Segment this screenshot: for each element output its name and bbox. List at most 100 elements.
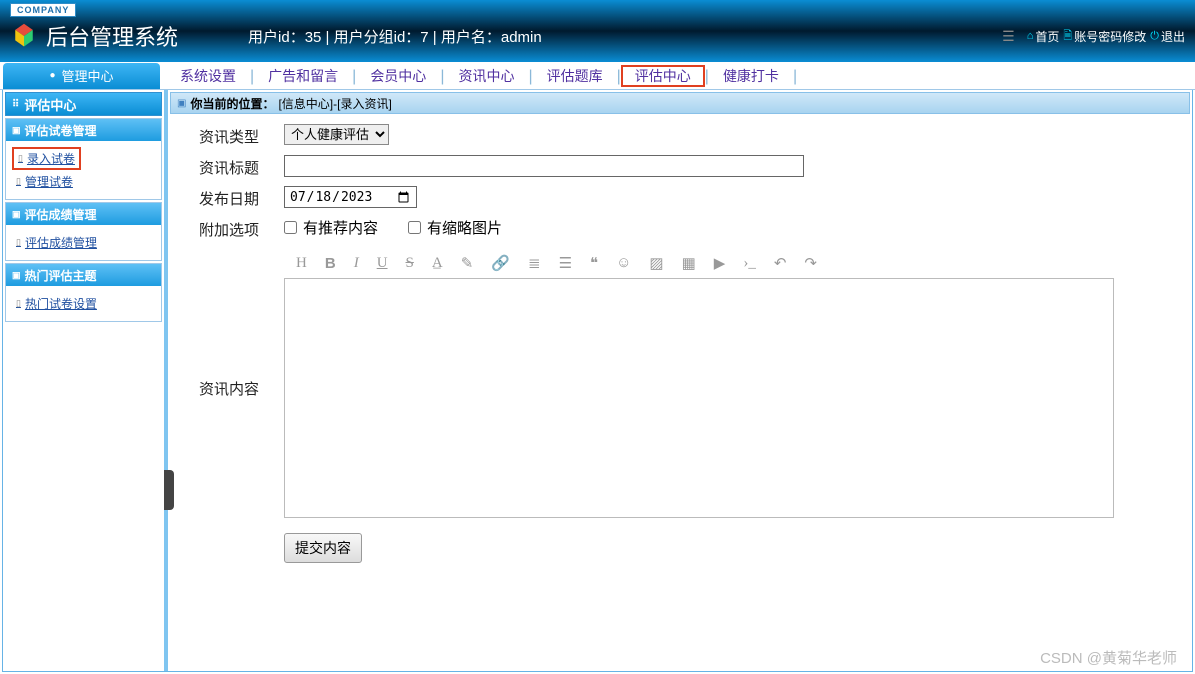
nav-item-3[interactable]: 资讯中心 xyxy=(444,68,528,84)
table-icon[interactable]: ▦ xyxy=(682,254,696,273)
doc-icon: ▯ xyxy=(16,237,21,248)
main-wrap: ⠿评估中心 ▣评估试卷管理▯录入试卷▯管理试卷▣评估成绩管理▯评估成绩管理▣热门… xyxy=(2,90,1193,672)
box-body: ▯评估成绩管理 xyxy=(6,225,161,260)
heading-icon[interactable]: H xyxy=(296,255,307,272)
video-icon[interactable]: ▶ xyxy=(714,254,726,273)
box-title: 评估试卷管理 xyxy=(25,122,97,139)
box-icon: ▣ xyxy=(12,209,21,220)
content-area: ▣ 你当前的位置： [信息中心]-[录入资讯] 资讯类型 个人健康评估 资讯标题… xyxy=(168,90,1192,671)
box-icon: ▣ xyxy=(12,125,21,136)
sidebar-head: ⠿评估中心 xyxy=(5,92,162,116)
content-label: 资讯内容 xyxy=(174,248,284,399)
editor-textarea[interactable] xyxy=(284,278,1114,518)
company-badge: COMPANY xyxy=(10,3,76,17)
submit-button[interactable]: 提交内容 xyxy=(284,533,362,563)
home-label: 首页 xyxy=(1035,28,1059,45)
row-title: 资讯标题 xyxy=(174,155,1186,178)
row-content: 资讯内容 H B I U S A̲ ✎ 🔗 ≣ ☰ xyxy=(174,248,1186,563)
box-head-1: ▣ 评估成绩管理 xyxy=(6,203,161,225)
top-nav: ●管理中心 系统设置|广告和留言|会员中心|资讯中心|评估题库|评估中心|健康打… xyxy=(0,62,1195,90)
box-title: 评估成绩管理 xyxy=(25,206,97,223)
nav-item-5[interactable]: 评估中心 xyxy=(621,65,705,87)
link-icon[interactable]: 🔗 xyxy=(491,254,510,273)
quote-icon[interactable]: ❝ xyxy=(590,254,598,273)
opt-thumb[interactable]: 有缩略图片 xyxy=(408,217,502,238)
mgmt-center-tab[interactable]: ● 管理中心 xyxy=(3,63,160,89)
underline-icon[interactable]: U xyxy=(377,255,388,272)
box-head-0: ▣ 评估试卷管理 xyxy=(6,119,161,141)
nav-item-4[interactable]: 评估题库 xyxy=(533,68,617,84)
type-label: 资讯类型 xyxy=(174,124,284,147)
side-box-1: ▣ 评估成绩管理 ▯评估成绩管理 xyxy=(5,202,162,261)
collapse-handle[interactable] xyxy=(164,470,174,510)
page-icon: ▣ xyxy=(177,98,186,109)
logout-label: 退出 xyxy=(1161,28,1185,45)
box-icon: ▣ xyxy=(12,270,21,281)
password-button[interactable]: 🗎账号密码修改 xyxy=(1063,27,1146,46)
strike-icon[interactable]: S xyxy=(406,255,414,272)
side-box-0: ▣ 评估试卷管理 ▯ 录入试卷 ▯管理试卷 xyxy=(5,118,162,200)
link-label: 管理试卷 xyxy=(25,173,73,190)
user-info: 用户id：35 | 用户分组id：7 | 用户名：admin xyxy=(248,26,542,47)
side-link-1-0[interactable]: ▯评估成绩管理 xyxy=(16,231,151,254)
power-icon: ⏻ xyxy=(1150,30,1159,43)
side-link-2-0[interactable]: ▯热门试卷设置 xyxy=(16,292,151,315)
breadcrumb: ▣ 你当前的位置： [信息中心]-[录入资讯] xyxy=(170,92,1190,114)
side-link-0-1[interactable]: ▯管理试卷 xyxy=(16,170,151,193)
date-input[interactable] xyxy=(284,186,417,208)
form-area: 资讯类型 个人健康评估 资讯标题 发布日期 附加选项 有推荐内容 有缩略图片 xyxy=(170,114,1190,581)
logo-icon xyxy=(10,22,38,50)
recommend-label: 有推荐内容 xyxy=(303,217,378,238)
thumb-checkbox[interactable] xyxy=(408,221,421,234)
format-icon[interactable]: A̲ xyxy=(432,255,443,272)
lock-icon: 🗎 xyxy=(1063,27,1072,46)
box-head-2: ▣ 热门评估主题 xyxy=(6,264,161,286)
link-label: 录入试卷 xyxy=(27,150,75,167)
recommend-checkbox[interactable] xyxy=(284,221,297,234)
thumb-label: 有缩略图片 xyxy=(427,217,502,238)
password-label: 账号密码修改 xyxy=(1074,28,1146,45)
breadcrumb-path: [信息中心]-[录入资讯] xyxy=(278,95,391,112)
italic-icon[interactable]: I xyxy=(354,255,359,272)
system-title: 后台管理系统 xyxy=(46,20,178,52)
mgmt-tab-label: 管理中心 xyxy=(62,66,114,85)
emoji-icon[interactable]: ☺ xyxy=(616,255,631,272)
nav-item-2[interactable]: 会员中心 xyxy=(356,68,440,84)
title-input[interactable] xyxy=(284,155,804,177)
date-label: 发布日期 xyxy=(174,186,284,209)
nav-item-1[interactable]: 广告和留言 xyxy=(254,68,352,84)
doc-icon: ▯ xyxy=(18,153,23,164)
logout-button[interactable]: ⏻退出 xyxy=(1150,28,1185,45)
editor-toolbar: H B I U S A̲ ✎ 🔗 ≣ ☰ ❝ ☺ ▨ xyxy=(284,248,1186,278)
side-box-2: ▣ 热门评估主题 ▯热门试卷设置 xyxy=(5,263,162,322)
code-icon[interactable]: ›_ xyxy=(743,255,756,272)
nav-item-6[interactable]: 健康打卡 xyxy=(709,68,793,84)
image-icon[interactable]: ▨ xyxy=(649,254,663,273)
home-icon: ⌂ xyxy=(1027,30,1034,42)
box-body: ▯ 录入试卷 ▯管理试卷 xyxy=(6,141,161,199)
home-button[interactable]: ⌂首页 xyxy=(1027,28,1060,45)
type-select[interactable]: 个人健康评估 xyxy=(284,124,389,145)
nav-sep: | xyxy=(793,68,797,85)
sidebar: ⠿评估中心 ▣评估试卷管理▯录入试卷▯管理试卷▣评估成绩管理▯评估成绩管理▣热门… xyxy=(3,90,168,671)
nav-item-0[interactable]: 系统设置 xyxy=(166,68,250,84)
doc-icon: ▯ xyxy=(16,298,21,309)
row-date: 发布日期 xyxy=(174,186,1186,209)
dot-icon: ● xyxy=(49,70,55,81)
ul-icon[interactable]: ☰ xyxy=(559,254,572,273)
title-label: 资讯标题 xyxy=(174,155,284,178)
brush-icon[interactable]: ✎ xyxy=(461,254,474,273)
opt-recommend[interactable]: 有推荐内容 xyxy=(284,217,378,238)
box-title: 热门评估主题 xyxy=(25,267,97,284)
breadcrumb-label: 你当前的位置： xyxy=(190,95,274,112)
ol-icon[interactable]: ≣ xyxy=(528,254,541,273)
grid-icon: ⠿ xyxy=(12,99,18,110)
redo-icon[interactable]: ↷ xyxy=(804,254,817,273)
editor: H B I U S A̲ ✎ 🔗 ≣ ☰ ❝ ☺ ▨ xyxy=(284,248,1186,523)
side-link-0-0[interactable]: ▯ 录入试卷 xyxy=(12,147,81,170)
menu-icon[interactable]: ☰ xyxy=(1002,28,1015,45)
bold-icon[interactable]: B xyxy=(325,255,336,272)
row-options: 附加选项 有推荐内容 有缩略图片 xyxy=(174,217,1186,240)
undo-icon[interactable]: ↶ xyxy=(774,254,787,273)
app-header: COMPANY 后台管理系统 用户id：35 | 用户分组id：7 | 用户名：… xyxy=(0,0,1195,62)
